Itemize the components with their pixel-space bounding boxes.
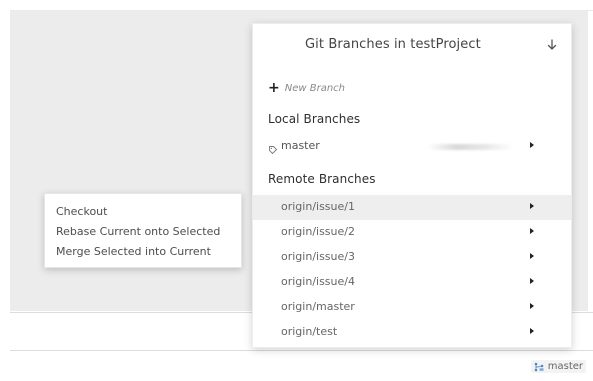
down-arrow-icon[interactable]	[545, 37, 559, 53]
remote-branch-name: origin/issue/4	[281, 275, 355, 288]
remote-branch-list: origin/issue/1 origin/issue/2 origin/iss…	[253, 195, 571, 345]
remote-branch-row[interactable]: origin/issue/2	[253, 220, 571, 245]
local-branch-name: master	[281, 139, 320, 152]
chevron-right-icon	[530, 328, 534, 334]
status-bar: master	[10, 351, 588, 381]
chevron-right-icon	[530, 228, 534, 234]
remote-branch-name: origin/issue/2	[281, 225, 355, 238]
chevron-right-icon	[530, 303, 534, 309]
remote-branches-heading: Remote Branches	[268, 172, 376, 186]
git-branch-icon	[534, 362, 545, 372]
branch-context-menu: Checkout Rebase Current onto Selected Me…	[44, 193, 242, 268]
status-branch-widget[interactable]: master	[530, 360, 586, 373]
remote-branch-row[interactable]: origin/issue/1	[253, 195, 571, 220]
remote-branch-row[interactable]: origin/master	[253, 295, 571, 320]
remote-branch-name: origin/issue/1	[281, 200, 355, 213]
remote-branch-row[interactable]: origin/issue/4	[253, 270, 571, 295]
remote-branch-name: origin/issue/3	[281, 250, 355, 263]
ide-window: master Checkout Rebase Current onto Sele…	[0, 0, 593, 381]
context-item-merge[interactable]: Merge Selected into Current	[45, 242, 241, 262]
git-branches-popup: Git Branches in testProject + New Branch…	[252, 23, 572, 348]
context-item-rebase[interactable]: Rebase Current onto Selected	[45, 222, 241, 242]
status-branch-label: master	[547, 361, 583, 372]
obscured-commit-info	[428, 144, 513, 150]
local-branches-heading: Local Branches	[268, 112, 361, 126]
remote-branch-name: origin/master	[281, 300, 355, 313]
chevron-right-icon	[530, 203, 534, 209]
plus-icon: +	[268, 80, 280, 96]
new-branch-button[interactable]: + New Branch	[268, 81, 345, 95]
context-item-checkout[interactable]: Checkout	[45, 202, 241, 222]
remote-branch-row[interactable]: origin/issue/3	[253, 245, 571, 270]
chevron-right-icon	[530, 278, 534, 284]
remote-branch-name: origin/test	[281, 325, 338, 338]
tag-icon	[268, 140, 278, 159]
popup-title: Git Branches in testProject	[305, 37, 481, 52]
local-branch-row[interactable]: master	[253, 137, 571, 157]
chevron-right-icon	[530, 142, 534, 148]
remote-branch-row[interactable]: origin/test	[253, 320, 571, 345]
chevron-right-icon	[530, 253, 534, 259]
new-branch-label: New Branch	[284, 82, 345, 94]
